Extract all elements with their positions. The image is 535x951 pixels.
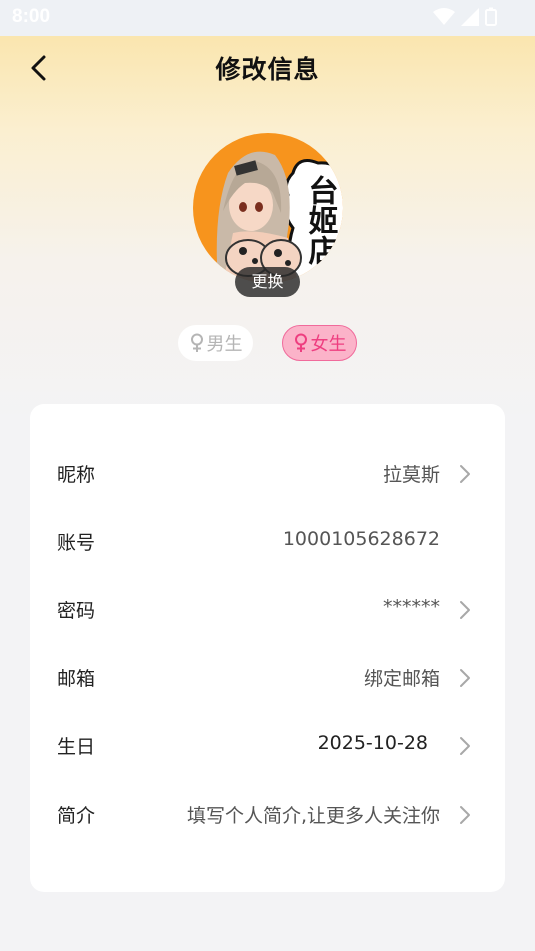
row-nickname[interactable]: 昵称 拉莫斯 — [30, 452, 505, 496]
row-label: 简介 — [57, 805, 96, 827]
row-value: 填写个人简介,让更多人关注你 — [186, 805, 440, 827]
row-value: 2025-10-28 — [317, 732, 428, 754]
row-password[interactable]: 密码 ****** — [30, 588, 505, 632]
row-bio[interactable]: 简介 填写个人简介,让更多人关注你 — [30, 793, 505, 837]
row-birthday[interactable]: 生日 2025-10-28 — [30, 724, 505, 768]
gender-male-option[interactable]: 男生 — [178, 325, 253, 361]
chevron-right-icon — [460, 806, 470, 824]
row-label: 昵称 — [57, 464, 96, 486]
row-value: 绑定邮箱 — [363, 668, 440, 690]
row-value: 1000105628672 — [282, 528, 440, 550]
row-label: 生日 — [57, 736, 96, 758]
avatar-image-text: 台姬店 — [303, 174, 339, 266]
nav-bar: 修改信息 — [0, 36, 535, 100]
chevron-right-icon — [460, 737, 470, 755]
status-bar: 8:00 — [0, 0, 535, 36]
info-card: 昵称 拉莫斯 账号 1000105628672 密码 ****** 邮箱 绑定邮… — [30, 404, 505, 892]
avatar[interactable]: 台姬店 — [193, 133, 343, 283]
chevron-right-icon — [460, 669, 470, 687]
status-icons — [433, 7, 497, 26]
page-title: 修改信息 — [215, 55, 320, 84]
chevron-right-icon — [460, 465, 470, 483]
avatar-image: 台姬店 — [193, 133, 343, 283]
row-label: 密码 — [57, 600, 96, 622]
female-icon — [294, 333, 307, 352]
change-avatar-button[interactable]: 更换 — [235, 267, 300, 297]
gender-female-label: 女生 — [310, 334, 347, 355]
chevron-right-icon — [460, 601, 470, 619]
gender-female-option[interactable]: 女生 — [282, 325, 357, 361]
row-value: ****** — [383, 596, 440, 618]
row-account: 账号 1000105628672 — [30, 520, 505, 564]
wifi-icon — [433, 7, 455, 25]
battery-icon — [485, 7, 497, 26]
row-value: 拉莫斯 — [382, 464, 440, 486]
gender-icon — [190, 333, 203, 352]
row-label: 邮箱 — [57, 668, 96, 690]
signal-icon — [461, 7, 479, 26]
row-label: 账号 — [57, 532, 96, 554]
row-email[interactable]: 邮箱 绑定邮箱 — [30, 656, 505, 700]
status-time: 8:00 — [12, 6, 51, 27]
gender-male-label: 男生 — [206, 334, 243, 355]
